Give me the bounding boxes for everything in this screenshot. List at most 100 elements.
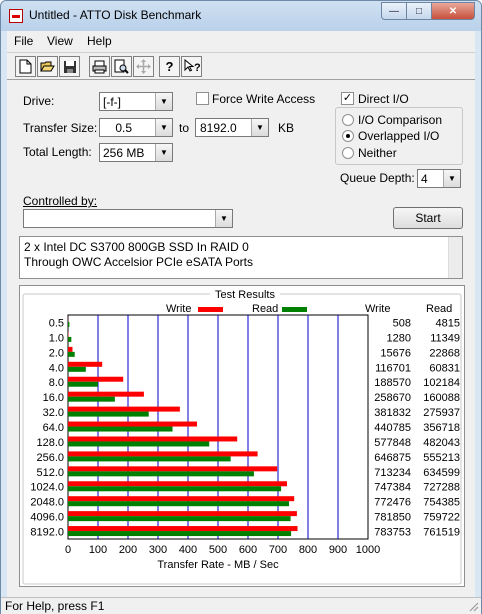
window-title: Untitled - ATTO Disk Benchmark bbox=[29, 8, 202, 22]
menu-view[interactable]: View bbox=[47, 34, 73, 48]
read-value: 761519 bbox=[423, 527, 460, 539]
write-bar bbox=[68, 376, 124, 382]
category-label: 1.0 bbox=[49, 332, 64, 344]
read-bar bbox=[68, 426, 173, 432]
force-write-label: Force Write Access bbox=[212, 92, 316, 106]
read-value: 275937 bbox=[423, 407, 460, 419]
save-icon[interactable] bbox=[59, 56, 80, 77]
x-tick-label: 200 bbox=[119, 544, 137, 556]
read-value: 754385 bbox=[423, 497, 460, 509]
start-button[interactable]: Start bbox=[393, 207, 463, 229]
close-button[interactable]: ✕ bbox=[431, 2, 475, 20]
category-label: 16.0 bbox=[43, 392, 64, 404]
drive-value: [-f-] bbox=[103, 95, 121, 109]
transfer-from-select[interactable]: 0.5 ▼ bbox=[99, 118, 173, 137]
radio-neither[interactable] bbox=[342, 147, 354, 159]
x-tick-label: 500 bbox=[209, 544, 227, 556]
read-bar bbox=[68, 411, 149, 417]
write-value: 781850 bbox=[374, 512, 411, 524]
test-results-panel: Test Results Write Read Write Read 0.5 1.… bbox=[19, 285, 465, 587]
category-label: 256.0 bbox=[36, 452, 64, 464]
drive-select[interactable]: [-f-] ▼ bbox=[99, 92, 173, 111]
app-icon bbox=[9, 9, 23, 23]
write-value: 783753 bbox=[374, 527, 411, 539]
controlled-by-label: Controlled by: bbox=[23, 194, 98, 208]
context-help-icon[interactable]: ? bbox=[181, 56, 202, 77]
x-tick-label: 700 bbox=[269, 544, 287, 556]
overlapped-io-label: Overlapped I/O bbox=[358, 129, 440, 143]
vertical-scrollbar[interactable] bbox=[448, 237, 462, 278]
chevron-down-icon: ▼ bbox=[155, 144, 172, 161]
minimize-button[interactable]: — bbox=[381, 2, 407, 20]
print-icon[interactable] bbox=[89, 56, 110, 77]
read-bar bbox=[68, 381, 98, 387]
print-preview-icon[interactable] bbox=[111, 56, 132, 77]
read-bar bbox=[68, 516, 291, 522]
chevron-down-icon: ▼ bbox=[155, 119, 172, 136]
description-textarea[interactable]: 2 x Intel DC S3700 800GB SSD In RAID 0 T… bbox=[19, 236, 463, 279]
transfer-to-select[interactable]: 8192.0 ▼ bbox=[195, 118, 269, 137]
legend-write-swatch bbox=[198, 307, 223, 312]
write-value: 188570 bbox=[374, 377, 411, 389]
radio-overlapped-io[interactable] bbox=[342, 130, 354, 142]
x-tick-label: 100 bbox=[89, 544, 107, 556]
x-tick-label: 0 bbox=[65, 544, 71, 556]
write-value: 1280 bbox=[387, 332, 411, 344]
menu-help[interactable]: Help bbox=[87, 34, 112, 48]
io-comparison-label: I/O Comparison bbox=[358, 113, 443, 127]
read-value: 11349 bbox=[430, 332, 460, 344]
maximize-button[interactable]: □ bbox=[406, 2, 432, 20]
write-value: 772476 bbox=[374, 497, 411, 509]
read-value: 727288 bbox=[423, 482, 460, 494]
read-bar bbox=[68, 322, 70, 327]
read-bar bbox=[68, 396, 115, 402]
title-bar[interactable]: Untitled - ATTO Disk Benchmark — □ ✕ bbox=[1, 1, 481, 31]
read-bar bbox=[68, 531, 292, 537]
toolbar: ? ? bbox=[7, 52, 475, 80]
category-label: 32.0 bbox=[43, 407, 64, 419]
radio-io-comparison[interactable] bbox=[342, 114, 354, 126]
category-label: 512.0 bbox=[36, 467, 64, 479]
results-table: 508 4815 1280 11349 15676 22868 116701 60831 188… bbox=[374, 317, 460, 538]
category-label: 2.0 bbox=[49, 347, 64, 359]
drive-label: Drive: bbox=[23, 94, 55, 108]
description-line-2: Through OWC Accelsior PCIe eSATA Ports bbox=[24, 255, 253, 269]
write-bar bbox=[68, 496, 295, 502]
transfer-size-label: Transfer Size: bbox=[23, 121, 98, 135]
read-bar bbox=[68, 336, 72, 342]
legend-read-swatch bbox=[282, 307, 307, 312]
force-write-checkbox[interactable] bbox=[196, 92, 209, 105]
move-icon[interactable] bbox=[133, 56, 154, 77]
read-bar bbox=[68, 351, 75, 357]
read-value: 555213 bbox=[423, 452, 460, 464]
status-bar: For Help, press F1 bbox=[1, 597, 481, 614]
total-length-select[interactable]: 256 MB ▼ bbox=[99, 143, 173, 162]
write-bar bbox=[68, 406, 180, 412]
write-bar bbox=[68, 511, 297, 517]
new-icon[interactable] bbox=[15, 56, 36, 77]
direct-io-checkbox[interactable]: ✓ bbox=[341, 92, 354, 105]
read-bar bbox=[68, 441, 210, 447]
results-chart: Test Results Write Read Write Read 0.5 1.… bbox=[22, 287, 462, 585]
transfer-from-value: 0.5 bbox=[115, 121, 132, 135]
write-value: 258670 bbox=[374, 392, 411, 404]
resize-grip-icon[interactable] bbox=[468, 601, 479, 612]
open-icon[interactable] bbox=[37, 56, 58, 77]
controlled-by-select[interactable]: ▼ bbox=[23, 209, 233, 228]
category-label: 4.0 bbox=[49, 362, 64, 374]
status-text: For Help, press F1 bbox=[5, 599, 105, 613]
total-length-value: 256 MB bbox=[103, 146, 145, 160]
category-label: 2048.0 bbox=[30, 497, 64, 509]
results-title: Test Results bbox=[215, 289, 275, 301]
queue-depth-select[interactable]: 4 ▼ bbox=[417, 169, 461, 188]
read-value: 482043 bbox=[423, 437, 460, 449]
write-bar bbox=[68, 436, 238, 442]
menu-bar: File View Help bbox=[7, 31, 475, 51]
read-bar bbox=[68, 501, 290, 507]
menu-file[interactable]: File bbox=[14, 34, 33, 48]
category-label: 0.5 bbox=[49, 317, 64, 329]
x-tick-label: 300 bbox=[149, 544, 167, 556]
write-value: 713234 bbox=[374, 467, 411, 479]
help-icon[interactable]: ? bbox=[159, 56, 180, 77]
read-value: 60831 bbox=[429, 362, 460, 374]
